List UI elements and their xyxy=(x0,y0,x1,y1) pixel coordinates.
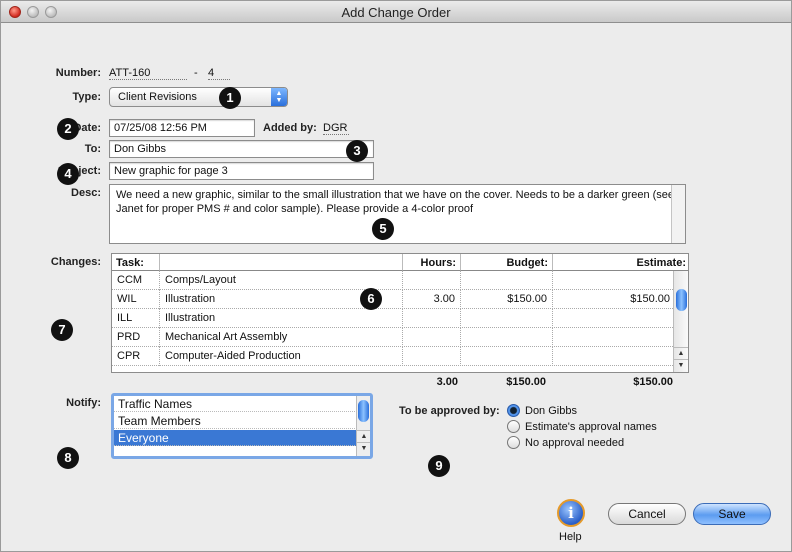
callout-marker: 1 xyxy=(219,87,241,109)
scroll-down-arrow-icon[interactable]: ▼ xyxy=(674,359,688,371)
task-budget[interactable] xyxy=(461,328,553,347)
task-hours[interactable] xyxy=(403,347,461,366)
table-row[interactable]: WIL Illustration 3.00 $150.00 $150.00 xyxy=(112,290,675,309)
scroll-down-arrow-icon[interactable]: ▼ xyxy=(357,442,370,454)
number-label: Number: xyxy=(55,67,101,79)
task-name: Illustration xyxy=(160,309,403,328)
date-field[interactable]: 07/25/08 12:56 PM xyxy=(109,119,255,137)
column-header-budget[interactable]: Budget: xyxy=(461,254,553,271)
total-estimate: $150.00 xyxy=(633,376,673,388)
number-separator: - xyxy=(194,67,198,79)
task-code: CPR xyxy=(112,347,160,366)
task-name: Comps/Layout xyxy=(160,271,403,290)
table-row[interactable]: CPR Computer-Aided Production xyxy=(112,347,675,366)
changes-label: Changes: xyxy=(50,256,101,268)
callout-marker: 9 xyxy=(428,455,450,477)
number-suffix: 4 xyxy=(208,67,230,80)
task-code: WIL xyxy=(112,290,160,309)
total-hours: 3.00 xyxy=(436,376,458,388)
callout-marker: 4 xyxy=(57,163,79,185)
notify-scrollbar[interactable]: ▲ ▼ xyxy=(356,396,370,456)
task-estimate[interactable] xyxy=(553,347,675,366)
callout-marker: 2 xyxy=(57,118,79,140)
scroll-up-arrow-icon[interactable]: ▲ xyxy=(357,430,370,442)
type-label: Type: xyxy=(72,91,101,103)
approval-option-label: Estimate's approval names xyxy=(525,421,657,433)
type-popup[interactable]: Client Revisions ▲ ▼ xyxy=(109,87,288,107)
added-by-value: DGR xyxy=(323,122,349,135)
changes-table-scrollbar[interactable]: ▲ ▼ xyxy=(673,271,688,372)
help-label: Help xyxy=(559,531,582,543)
add-change-order-window: Add Change Order Number: ATT-160 - 4 Typ… xyxy=(0,0,792,552)
task-code: ILL xyxy=(112,309,160,328)
task-estimate[interactable] xyxy=(553,271,675,290)
task-hours[interactable] xyxy=(403,309,461,328)
approval-radio-don-gibbs[interactable] xyxy=(507,404,520,417)
task-hours[interactable] xyxy=(403,271,461,290)
approval-option-label: Don Gibbs xyxy=(525,405,577,417)
approval-radio-estimate-names[interactable] xyxy=(507,420,520,433)
callout-marker: 3 xyxy=(346,140,368,162)
approval-radio-no-approval[interactable] xyxy=(507,436,520,449)
type-popup-value: Client Revisions xyxy=(118,91,197,103)
total-budget: $150.00 xyxy=(506,376,546,388)
desc-label: Desc: xyxy=(71,187,101,199)
number-value: ATT-160 xyxy=(109,67,187,80)
task-budget[interactable] xyxy=(461,271,553,290)
task-code: PRD xyxy=(112,328,160,347)
task-budget[interactable]: $150.00 xyxy=(461,290,553,309)
popup-arrows-icon: ▲ ▼ xyxy=(271,88,287,106)
subject-field[interactable]: New graphic for page 3 xyxy=(109,162,374,180)
added-by-label: Added by: xyxy=(263,122,317,134)
task-name: Computer-Aided Production xyxy=(160,347,403,366)
approval-label: To be approved by: xyxy=(399,405,500,417)
callout-marker: 8 xyxy=(57,447,79,469)
callout-marker: 5 xyxy=(372,218,394,240)
help-icon[interactable]: i xyxy=(557,499,585,527)
description-scrollbar[interactable] xyxy=(671,185,685,243)
column-header-task[interactable]: Task: xyxy=(112,254,160,271)
column-header-estimate[interactable]: Estimate: xyxy=(553,254,688,271)
task-hours[interactable]: 3.00 xyxy=(403,290,461,309)
list-item[interactable]: Traffic Names xyxy=(114,396,357,412)
table-row[interactable]: PRD Mechanical Art Assembly xyxy=(112,328,675,347)
window-title: Add Change Order xyxy=(341,5,451,20)
list-item[interactable]: Team Members xyxy=(114,413,357,429)
task-estimate[interactable]: $150.00 xyxy=(553,290,675,309)
approval-option-label: No approval needed xyxy=(525,437,625,449)
list-item[interactable]: Everyone xyxy=(114,430,357,446)
changes-table: Task: Hours: Budget: Estimate: CCM Comps… xyxy=(111,253,689,373)
to-field[interactable]: Don Gibbs xyxy=(109,140,374,158)
table-row[interactable]: ILL Illustration xyxy=(112,309,675,328)
cancel-button[interactable]: Cancel xyxy=(608,503,686,525)
to-label: To: xyxy=(84,143,101,155)
task-hours[interactable] xyxy=(403,328,461,347)
column-header-hours[interactable]: Hours: xyxy=(403,254,461,271)
scrollbar-thumb[interactable] xyxy=(358,400,369,422)
save-button[interactable]: Save xyxy=(693,503,771,525)
scroll-up-arrow-icon[interactable]: ▲ xyxy=(674,347,688,359)
task-estimate[interactable] xyxy=(553,328,675,347)
notify-label: Notify: xyxy=(66,397,101,409)
notify-listbox[interactable]: Traffic Names Team Members Everyone ▲ ▼ xyxy=(111,393,373,459)
column-header-name xyxy=(160,254,403,271)
task-budget[interactable] xyxy=(461,347,553,366)
task-estimate[interactable] xyxy=(553,309,675,328)
task-name: Mechanical Art Assembly xyxy=(160,328,403,347)
scrollbar-thumb[interactable] xyxy=(676,289,687,311)
task-budget[interactable] xyxy=(461,309,553,328)
callout-marker: 7 xyxy=(51,319,73,341)
table-row[interactable]: CCM Comps/Layout xyxy=(112,271,675,290)
title-bar: Add Change Order xyxy=(1,1,791,23)
description-text: We need a new graphic, similar to the sm… xyxy=(116,189,675,215)
description-textarea[interactable]: We need a new graphic, similar to the sm… xyxy=(109,184,686,244)
callout-marker: 6 xyxy=(360,288,382,310)
task-code: CCM xyxy=(112,271,160,290)
